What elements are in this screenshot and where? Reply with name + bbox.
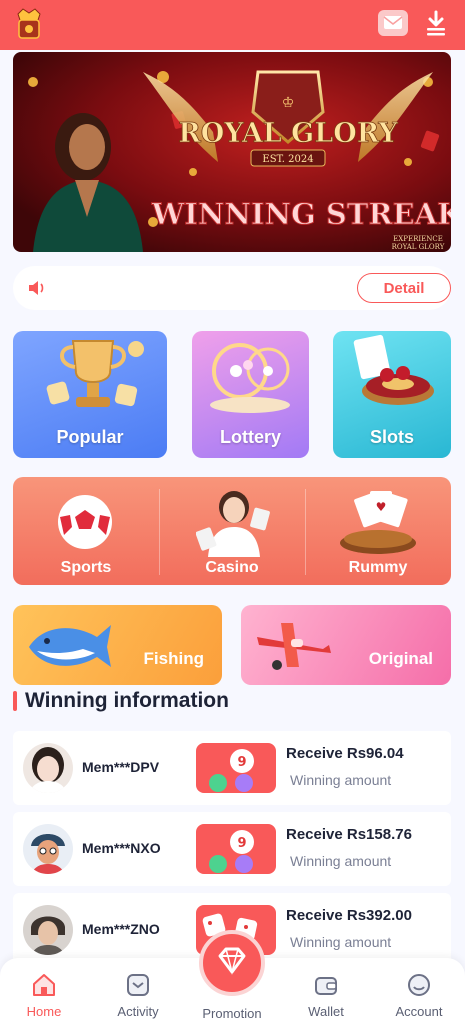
category-lottery[interactable]: Lottery xyxy=(192,331,309,458)
soccer-ball-icon xyxy=(58,495,112,549)
svg-text:9: 9 xyxy=(237,836,246,851)
diamond-icon xyxy=(218,947,246,975)
category-casino-label: Casino xyxy=(205,559,259,576)
winner-username: Mem***ZNO xyxy=(82,921,160,937)
category-sports-label: Sports xyxy=(60,559,112,576)
category-rummy-label: Rummy xyxy=(348,559,408,576)
banner-brand: ROYAL GLORY xyxy=(178,118,398,149)
category-original[interactable]: Original xyxy=(241,605,451,685)
mail-button[interactable] xyxy=(378,10,408,36)
winning-row: Mem***NXO 9 Receive Rs158.76 Winning amo… xyxy=(13,812,451,886)
detail-button[interactable]: Detail xyxy=(357,273,451,303)
trophy-icon xyxy=(46,340,144,407)
nav-wallet-label: Wallet xyxy=(308,1004,344,1019)
nav-account-label: Account xyxy=(395,1004,443,1019)
win-amount: Receive Rs158.76 xyxy=(286,826,412,843)
category-lottery-label: Lottery xyxy=(219,427,281,447)
nav-activity-label: Activity xyxy=(117,1004,159,1019)
wallet-icon xyxy=(315,977,337,995)
home-icon xyxy=(33,974,55,996)
category-fishing[interactable]: Fishing xyxy=(13,605,222,685)
svg-text:♥: ♥ xyxy=(376,500,387,514)
nav-home-label: Home xyxy=(26,1004,62,1019)
category-rummy[interactable]: ♥ Rummy xyxy=(305,477,451,585)
nav-activity[interactable]: Activity xyxy=(98,972,178,1022)
banner-footer-1: EXPERIENCE xyxy=(393,235,443,243)
svg-text:9: 9 xyxy=(237,755,246,770)
win-amount: Receive Rs392.00 xyxy=(286,907,412,924)
category-original-label: Original xyxy=(368,649,433,668)
nav-wallet[interactable]: Wallet xyxy=(286,972,366,1022)
avatar xyxy=(23,905,73,955)
account-icon xyxy=(408,974,430,996)
nav-account[interactable]: Account xyxy=(379,972,459,1022)
winning-row: Mem***DPV 9 Receive Rs96.04 Winning amou… xyxy=(13,731,451,805)
svg-text:♔: ♔ xyxy=(282,95,295,111)
winner-username: Mem***NXO xyxy=(82,840,161,856)
mail-icon xyxy=(383,16,403,29)
shark-icon xyxy=(29,625,111,667)
winning-section-title: Winning information xyxy=(13,688,229,714)
airplane-icon xyxy=(257,623,331,670)
avatar xyxy=(23,743,73,793)
win-amount: Receive Rs96.04 xyxy=(286,745,404,762)
roulette-icon xyxy=(353,334,434,405)
nav-promotion-label: Promotion xyxy=(202,1006,262,1021)
win-subtitle: Winning amount xyxy=(290,934,392,950)
lottery-machine-icon xyxy=(210,343,290,413)
banner-est: EST. 2024 xyxy=(262,154,313,165)
title-accent-bar xyxy=(13,691,17,711)
category-sports[interactable]: Sports xyxy=(13,477,159,585)
banner-artwork: ♔ ROYAL GLORY EST. 2024 WINNING STREAK E… xyxy=(13,52,451,252)
notice-bar: Detail xyxy=(13,266,451,310)
activity-icon xyxy=(127,974,149,996)
promotion-button[interactable] xyxy=(199,930,265,996)
avatar xyxy=(23,824,73,874)
casino-dealer-icon xyxy=(196,491,270,557)
category-popular-label: Popular xyxy=(56,427,124,447)
winner-username: Mem***DPV xyxy=(82,759,160,775)
category-fishing-label: Fishing xyxy=(143,649,204,668)
top-header xyxy=(0,0,465,50)
category-slots[interactable]: Slots xyxy=(333,331,451,458)
game-thumbnail: 9 xyxy=(196,743,276,793)
cards-icon: ♥ xyxy=(340,491,416,554)
promo-banner[interactable]: ♔ ROYAL GLORY EST. 2024 WINNING STREAK E… xyxy=(13,52,451,252)
category-strip: Sports Casino ♥ Rummy xyxy=(13,477,451,585)
win-subtitle: Winning amount xyxy=(290,853,392,869)
download-icon[interactable] xyxy=(423,9,449,37)
nav-home[interactable]: Home xyxy=(4,972,84,1022)
win-subtitle: Winning amount xyxy=(290,772,392,788)
game-thumbnail: 9 xyxy=(196,824,276,874)
category-slots-label: Slots xyxy=(369,427,414,447)
speaker-icon xyxy=(29,281,44,295)
banner-headline: WINNING STREAK xyxy=(151,197,451,231)
banner-footer-2: ROYAL GLORY xyxy=(392,243,445,251)
category-popular[interactable]: Popular xyxy=(13,331,167,458)
winning-title: Winning information xyxy=(25,689,229,712)
category-casino[interactable]: Casino xyxy=(159,477,305,585)
royal-glory-crest-icon[interactable] xyxy=(14,6,44,42)
